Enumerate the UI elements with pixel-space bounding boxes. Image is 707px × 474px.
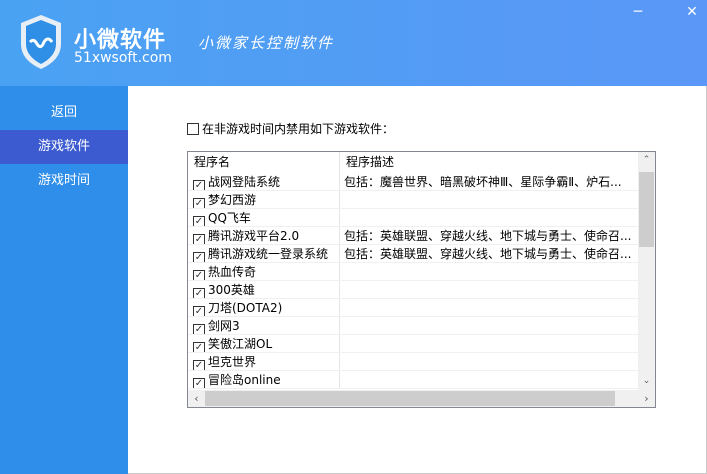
program-name-cell: ✓ 热血传奇 (188, 263, 340, 280)
scroll-up-icon[interactable]: ⌃ (638, 152, 655, 169)
sidebar-item-game-software[interactable]: 游戏软件 (0, 130, 128, 164)
table-row[interactable]: ✓ 刀塔(DOTA2) (188, 299, 655, 317)
ban-games-checkbox[interactable]: 在非游戏时间内禁用如下游戏软件： (187, 120, 394, 137)
program-desc (340, 371, 638, 388)
program-name: 300英雄 (208, 283, 255, 297)
program-desc: 包括：英雄联盟、穿越火线、地下城与勇士、使命召... (344, 229, 632, 243)
program-name-cell: ✓ 坦克世界 (188, 353, 340, 370)
table-row[interactable]: ✓ 坦克世界 (188, 353, 655, 371)
sidebar-item-back[interactable]: 返回 (0, 96, 128, 130)
minimize-button[interactable]: ─ (628, 4, 648, 22)
scroll-right-icon[interactable]: › (638, 390, 655, 407)
program-name-cell: ✓ 腾讯游戏平台2.0 (188, 227, 340, 244)
program-name: 笑傲江湖OL (208, 337, 273, 351)
table-row[interactable]: ✓ 热血传奇 (188, 263, 655, 281)
table-row[interactable]: ✓ 300英雄 (188, 281, 655, 299)
list-rows: ✓ 战网登陆系统 包括：魔兽世界、暗黑破坏神Ⅲ、星际争霸Ⅱ、炉石... ✓ 梦幻西游 ✓ Q… (188, 173, 655, 389)
program-name-cell: ✓ 300英雄 (188, 281, 340, 298)
table-row[interactable]: ✓ 腾讯游戏统一登录系统 包括：英雄联盟、穿越火线、地下城与勇士、使命召... (188, 245, 655, 263)
column-header-desc[interactable]: 程序描述 (340, 152, 638, 173)
program-name-cell: ✓ QQ飞车 (188, 209, 340, 226)
vertical-scrollbar[interactable]: ⌃ ⌄ (638, 152, 655, 390)
scroll-thumb-horizontal[interactable] (205, 391, 615, 406)
game-list: 程序名 程序描述 ✓ 战网登陆系统 包括：魔兽世界、暗黑破坏神Ⅲ、星际争霸Ⅱ、炉石.… (187, 151, 656, 408)
ban-games-label: 在非游戏时间内禁用如下游戏软件： (202, 122, 395, 136)
row-checkbox[interactable]: ✓ (193, 342, 205, 352)
table-row[interactable]: ✓ QQ飞车 (188, 209, 655, 227)
program-name: 腾讯游戏统一登录系统 (208, 247, 329, 261)
scroll-left-icon[interactable]: ‹ (188, 390, 205, 407)
table-row[interactable]: ✓ 冒险岛online (188, 371, 655, 389)
minimize-icon: ─ (633, 4, 643, 20)
row-checkbox[interactable]: ✓ (193, 234, 205, 244)
program-name-cell: ✓ 刀塔(DOTA2) (188, 299, 340, 316)
program-desc (340, 335, 638, 352)
header: 小微软件 51xwsoft.com 小微家长控制软件 ─ ✕ (0, 0, 707, 86)
shield-logo-icon (21, 15, 61, 69)
scroll-down-icon[interactable]: ⌄ (638, 373, 655, 390)
slogan: 小微家长控制软件 (198, 34, 335, 52)
program-desc (340, 263, 638, 280)
row-checkbox[interactable]: ✓ (193, 378, 205, 388)
program-name: 战网登陆系统 (208, 175, 281, 189)
program-desc (340, 191, 638, 208)
program-name: 刀塔(DOTA2) (208, 301, 283, 315)
program-desc (340, 299, 638, 316)
sidebar-item-game-time[interactable]: 游戏时间 (0, 164, 128, 198)
program-name-cell: ✓ 笑傲江湖OL (188, 335, 340, 352)
table-row[interactable]: ✓ 战网登陆系统 包括：魔兽世界、暗黑破坏神Ⅲ、星际争霸Ⅱ、炉石... (188, 173, 655, 191)
program-name-cell: ✓ 剑网3 (188, 317, 340, 334)
program-name: QQ飞车 (208, 211, 251, 225)
program-desc: 包括：魔兽世界、暗黑破坏神Ⅲ、星际争霸Ⅱ、炉石... (344, 175, 622, 189)
program-name: 梦幻西游 (208, 193, 257, 207)
program-name-cell: ✓ 冒险岛online (188, 371, 340, 388)
program-name-cell: ✓ 腾讯游戏统一登录系统 (188, 245, 340, 262)
brand-domain: 51xwsoft.com (74, 50, 172, 66)
row-checkbox[interactable]: ✓ (193, 288, 205, 298)
sidebar: 返回 游戏软件 游戏时间 (0, 86, 128, 474)
program-desc: 包括：英雄联盟、穿越火线、地下城与勇士、使命召... (344, 247, 632, 261)
table-row[interactable]: ✓ 梦幻西游 (188, 191, 655, 209)
program-name: 热血传奇 (208, 265, 257, 279)
row-checkbox[interactable]: ✓ (193, 216, 205, 226)
program-desc (340, 209, 638, 226)
column-header-name[interactable]: 程序名 (188, 152, 340, 173)
horizontal-scrollbar[interactable]: ‹ › (188, 390, 655, 407)
close-icon: ✕ (686, 4, 698, 20)
main-panel: 在非游戏时间内禁用如下游戏软件： 程序名 程序描述 ✓ 战网登陆系统 包括：魔兽世界… (128, 86, 707, 474)
program-name: 剑网3 (208, 319, 240, 333)
close-button[interactable]: ✕ (682, 4, 702, 22)
program-desc (340, 353, 638, 370)
row-checkbox[interactable]: ✓ (193, 306, 205, 316)
table-row[interactable]: ✓ 剑网3 (188, 317, 655, 335)
scroll-thumb[interactable] (639, 172, 654, 247)
list-header: 程序名 程序描述 (188, 152, 655, 173)
table-row[interactable]: ✓ 腾讯游戏平台2.0 包括：英雄联盟、穿越火线、地下城与勇士、使命召... (188, 227, 655, 245)
row-checkbox[interactable]: ✓ (193, 360, 205, 370)
row-checkbox[interactable]: ✓ (193, 252, 205, 262)
program-desc (340, 281, 638, 298)
program-desc (340, 317, 638, 334)
program-name-cell: ✓ 梦幻西游 (188, 191, 340, 208)
table-row[interactable]: ✓ 笑傲江湖OL (188, 335, 655, 353)
program-name-cell: ✓ 战网登陆系统 (188, 173, 340, 190)
program-name: 冒险岛online (208, 373, 281, 387)
checkbox-box[interactable] (187, 123, 199, 135)
program-name: 腾讯游戏平台2.0 (208, 229, 300, 243)
row-checkbox[interactable]: ✓ (193, 180, 205, 190)
row-checkbox[interactable]: ✓ (193, 270, 205, 280)
row-checkbox[interactable]: ✓ (193, 324, 205, 334)
row-checkbox[interactable]: ✓ (193, 198, 205, 208)
program-name: 坦克世界 (208, 355, 257, 369)
